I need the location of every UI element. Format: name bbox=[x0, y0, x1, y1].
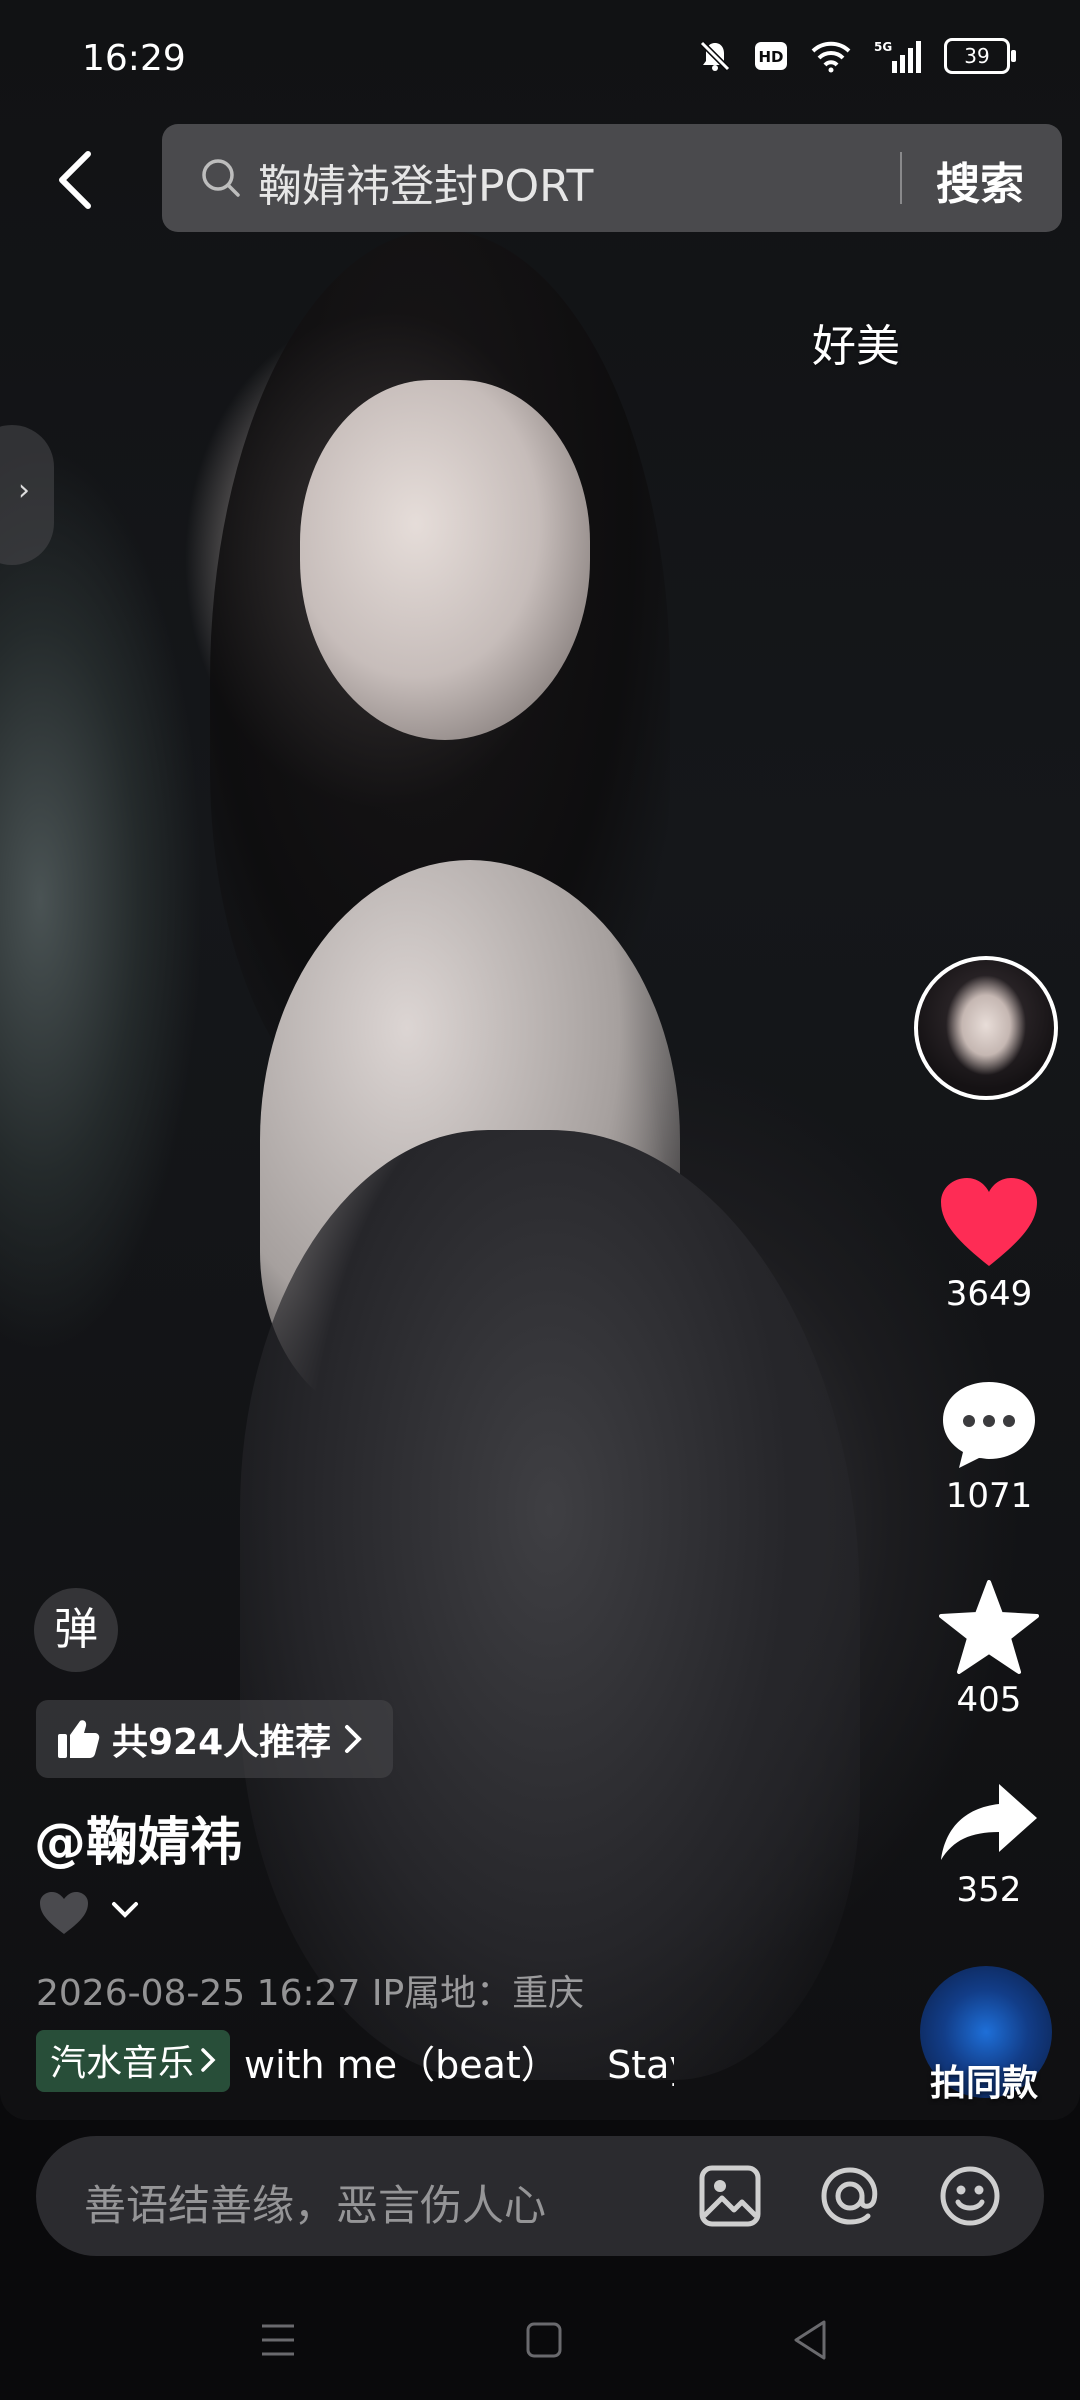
wifi-icon bbox=[811, 41, 851, 73]
share-button[interactable]: 352 bbox=[914, 1780, 1064, 1910]
back-nav-icon[interactable] bbox=[790, 2314, 830, 2366]
search-query[interactable]: 鞠婧祎登封PORT bbox=[258, 150, 593, 214]
comment-input[interactable]: 善语结善缘，恶言伤人心 bbox=[36, 2136, 1044, 2256]
shoot-same-button[interactable]: 拍同款 bbox=[930, 2054, 1038, 2106]
favorite-count: 405 bbox=[956, 1680, 1022, 1720]
search-divider bbox=[900, 152, 902, 204]
signal-icon: 5G bbox=[874, 40, 921, 73]
share-icon bbox=[941, 1784, 1037, 1860]
video-figure-face bbox=[300, 380, 590, 740]
danmaku-toggle[interactable]: 弹 bbox=[34, 1588, 118, 1672]
search-icon bbox=[202, 159, 240, 197]
hd-icon: HD bbox=[755, 42, 787, 70]
star-icon bbox=[939, 1580, 1039, 1674]
recommend-text: 共924人推荐 bbox=[112, 1722, 332, 1763]
back-arrow-icon bbox=[59, 151, 91, 209]
post-meta: 2026-08-25 16:27 IP属地：重庆 bbox=[36, 1973, 585, 2014]
music-tag-label: 汽水音乐 bbox=[50, 2043, 195, 2084]
back-button[interactable] bbox=[48, 148, 104, 212]
mute-bell-icon bbox=[699, 40, 731, 72]
author-avatar[interactable] bbox=[914, 956, 1058, 1100]
status-time: 16:29 bbox=[82, 38, 186, 79]
music-row[interactable]: 汽水音乐 with me（beat） Stay bbox=[36, 2030, 674, 2092]
comment-placeholder: 善语结善缘，恶言伤人心 bbox=[84, 2181, 547, 2230]
status-bar: 16:29 HD 5G 39 bbox=[0, 0, 1080, 120]
chevron-down-icon[interactable] bbox=[110, 1900, 140, 1920]
music-tag[interactable]: 汽水音乐 bbox=[36, 2030, 231, 2092]
author-username[interactable]: @鞠婧祎 bbox=[34, 1800, 242, 1875]
home-nav-icon[interactable] bbox=[524, 2314, 564, 2366]
favorite-button[interactable]: 405 bbox=[914, 1580, 1064, 1720]
image-icon[interactable] bbox=[698, 2164, 762, 2228]
video-figure-coat bbox=[240, 1130, 860, 2080]
network-label: 5G bbox=[874, 40, 892, 54]
share-count: 352 bbox=[956, 1870, 1022, 1910]
heart-outline-icon bbox=[40, 1892, 88, 1934]
comment-count: 1071 bbox=[945, 1476, 1033, 1516]
search-bar[interactable]: 鞠婧祎登封PORT 搜索 bbox=[162, 124, 1062, 232]
side-panel-handle[interactable]: › bbox=[0, 425, 54, 565]
comment-area: 善语结善缘，恶言伤人心 bbox=[0, 2120, 1080, 2280]
status-icons: HD 5G 39 bbox=[698, 38, 1016, 74]
menu-nav-icon[interactable] bbox=[258, 2314, 298, 2366]
like-button[interactable]: 3649 bbox=[914, 1176, 1064, 1314]
comment-icon bbox=[943, 1382, 1035, 1468]
danmaku-comment: 好美 bbox=[812, 321, 900, 372]
chevron-right-icon bbox=[201, 2048, 216, 2072]
system-nav-bar bbox=[0, 2280, 1080, 2400]
chevron-right-icon: › bbox=[18, 473, 30, 508]
music-title: with me（beat） Stay bbox=[244, 2042, 675, 2087]
comment-button[interactable]: 1071 bbox=[914, 1378, 1064, 1516]
thumbs-up-icon bbox=[58, 1720, 100, 1758]
svg-text:HD: HD bbox=[758, 48, 783, 66]
battery-indicator: 39 bbox=[944, 38, 1016, 74]
emoji-icon[interactable] bbox=[938, 2164, 1002, 2228]
chevron-right-icon bbox=[345, 1725, 362, 1753]
at-icon[interactable] bbox=[818, 2164, 882, 2228]
heart-icon bbox=[941, 1178, 1037, 1266]
recommend-pill[interactable]: 共924人推荐 bbox=[36, 1700, 394, 1778]
like-count: 3649 bbox=[945, 1274, 1033, 1314]
search-button[interactable]: 搜索 bbox=[936, 148, 1024, 212]
